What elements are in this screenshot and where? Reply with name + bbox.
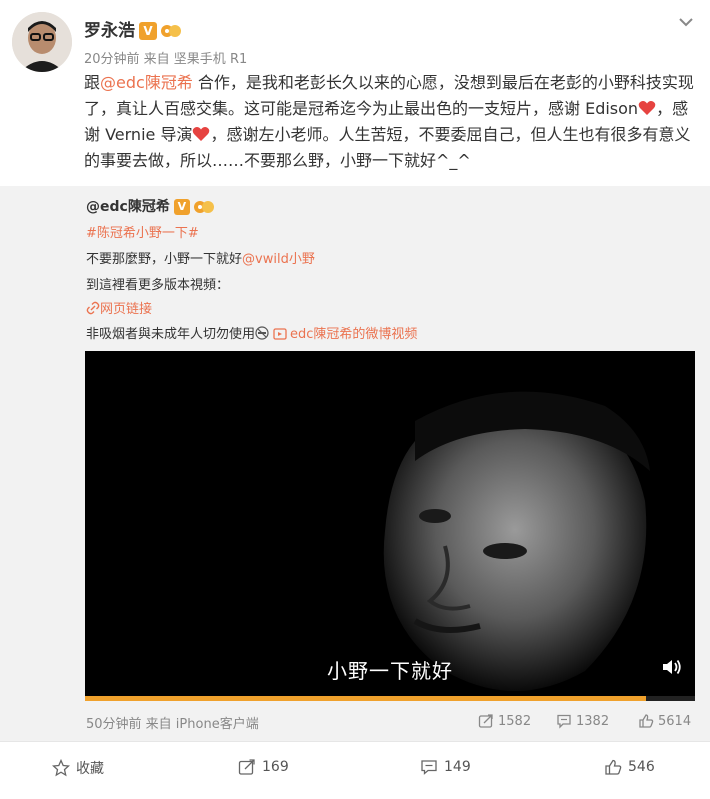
video-player[interactable]: 小野一下就好 [85, 351, 695, 701]
comment-button[interactable]: 149 [420, 758, 471, 776]
repost-text: 非吸烟者與未成年人切勿使用 [86, 327, 256, 342]
verified-icon: V [173, 199, 190, 215]
like-icon [604, 758, 622, 776]
video-link[interactable]: edc陳冠希的微博视频 [290, 327, 417, 342]
star-icon [52, 759, 70, 777]
like-count: 5614 [658, 713, 692, 729]
repost-button[interactable]: 169 [238, 758, 289, 776]
no-smoking-icon [255, 326, 269, 340]
repost-footer: 50分钟前 来自 iPhone客户端 1582 1382 5614 [86, 711, 696, 733]
heart-icon [638, 98, 656, 115]
hashtag-link[interactable]: #陈冠希小野一下# [86, 222, 199, 241]
repost-comments-stat[interactable]: 1382 [556, 713, 609, 729]
favorite-button[interactable]: 收藏 [52, 758, 104, 778]
post-text: 跟@edc陳冠希 合作，是我和老彭长久以来的心愿，没想到最后在老彭的小野科技实现… [84, 70, 694, 174]
post-text-part: 跟 [84, 73, 101, 92]
video-frame [85, 351, 695, 701]
weblink-label: 网页链接 [100, 302, 153, 317]
comment-count: 149 [444, 759, 471, 775]
comment-count: 1382 [576, 713, 610, 729]
action-bar: 收藏 169 149 546 [0, 741, 710, 799]
like-count: 546 [628, 759, 655, 775]
video-progress-bar[interactable] [85, 696, 695, 701]
repost-author[interactable]: @edc陳冠希 [86, 199, 170, 215]
repost-reposts-stat[interactable]: 1582 [478, 713, 531, 729]
repost-likes-stat[interactable]: 5614 [638, 713, 691, 729]
repost-line-2: 到這裡看更多版本視頻： [86, 278, 230, 293]
video-icon [273, 328, 287, 340]
verified-icon: V [139, 22, 157, 40]
favorite-label: 收藏 [76, 761, 104, 777]
repost-text: 不要那麼野，小野一下就好 [86, 252, 243, 267]
repost-block: @edc陳冠希 V #陈冠希小野一下# 不要那麼野，小野一下就好@vwild小野 … [0, 186, 710, 741]
mention-link[interactable]: @vwild小野 [242, 252, 315, 267]
like-button[interactable]: 546 [604, 758, 655, 776]
repost-line-1: 不要那麼野，小野一下就好@vwild小野 [86, 248, 315, 267]
post-meta: 20分钟前 来自 坚果手机 R1 [84, 52, 248, 67]
repost-count: 1582 [498, 713, 532, 729]
repost-icon [478, 713, 494, 729]
mention-link[interactable]: @edc陳冠希 [100, 73, 193, 92]
comment-icon [420, 758, 438, 776]
level-icon [160, 22, 182, 40]
video-subtitle: 小野一下就好 [327, 659, 453, 683]
post-card: 罗永浩 V 20分钟前 来自 坚果手机 R1 跟@edc陳冠希 合作，是我和老彭长… [0, 0, 710, 186]
repost-line-4: 非吸烟者與未成年人切勿使用 edc陳冠希的微博视频 [86, 323, 417, 342]
like-icon [638, 713, 654, 729]
comment-icon [556, 713, 572, 729]
repost-icon [238, 758, 256, 776]
link-icon [86, 301, 100, 315]
chevron-down-icon[interactable] [674, 10, 698, 34]
repost-time: 50分钟前 来自 iPhone客户端 [86, 717, 259, 732]
author-name-row: 罗永浩 V [84, 16, 182, 41]
repost-count: 169 [262, 759, 289, 775]
weblink[interactable]: 网页链接 [86, 298, 152, 317]
video-progress-fill [85, 696, 647, 701]
heart-icon [192, 124, 210, 141]
repost-author-row: @edc陳冠希 V [86, 196, 215, 216]
author-avatar[interactable] [12, 12, 72, 72]
level-icon [193, 198, 215, 216]
author-name[interactable]: 罗永浩 [84, 21, 135, 41]
volume-icon[interactable] [661, 657, 683, 677]
